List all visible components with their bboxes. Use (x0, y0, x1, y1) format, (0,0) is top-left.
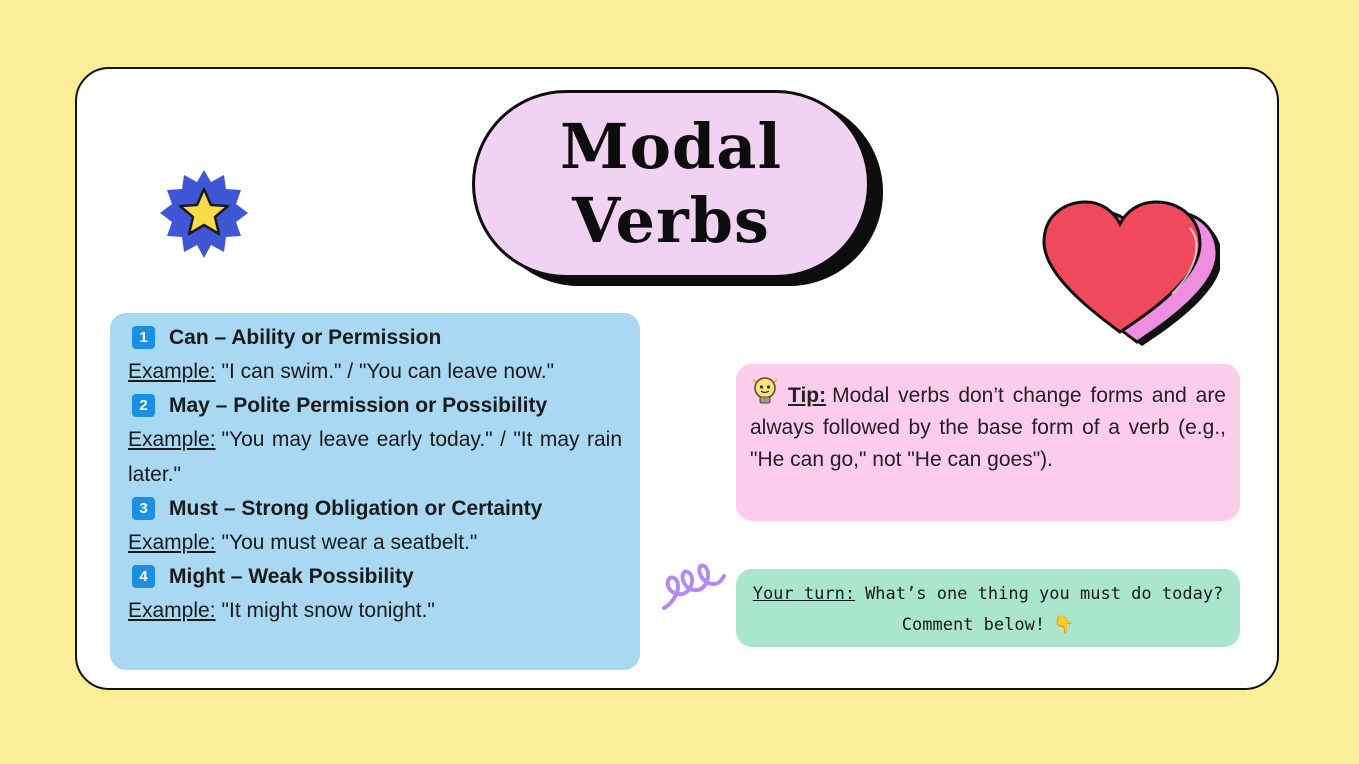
item-example: Example: "I can swim." / "You can leave n… (128, 354, 622, 389)
your-turn-label: Your turn: (752, 584, 856, 604)
item-heading-must: 3 Must – Strong Obligation or Certainty (132, 492, 622, 525)
list-item: 3 Must – Strong Obligation or Certainty … (128, 492, 622, 560)
example-text: "It might snow tonight." (221, 599, 435, 622)
title-line-2: Verbs (572, 184, 770, 257)
number-badge: 3 (132, 497, 155, 520)
title-line-1: Modal (559, 110, 783, 183)
swirl-icon (662, 563, 726, 610)
pointing-down-hand-icon: 👇 (1053, 615, 1075, 635)
example-label: Example: (128, 428, 216, 451)
number-badge: 1 (132, 326, 155, 349)
star-badge-icon (160, 170, 248, 258)
list-item: 1 Can – Ability or Permission Example: "I… (128, 321, 622, 389)
item-example: Example: "You may leave early today." / "… (128, 422, 622, 492)
example-label: Example: (128, 360, 216, 383)
item-heading-may: 2 May – Polite Permission or Possibility (132, 389, 622, 422)
list-item: 2 May – Polite Permission or Possibility… (128, 389, 622, 492)
your-turn-text: What’s one thing you must do today? Comm… (865, 584, 1224, 635)
heart-icon (1042, 200, 1220, 346)
item-example: Example: "You must wear a seatbelt." (128, 525, 622, 560)
example-label: Example: (128, 531, 216, 554)
example-text: "I can swim." / "You can leave now." (221, 360, 555, 383)
number-badge: 4 (132, 565, 155, 588)
your-turn-box: Your turn: What’s one thing you must do t… (736, 569, 1240, 647)
number-badge: 2 (132, 394, 155, 417)
tip-label: Tip: (788, 384, 827, 407)
list-item: 4 Might – Weak Possibility Example: "It m… (128, 560, 622, 628)
lightbulb-icon (752, 377, 778, 404)
tip-box: Tip: Modal verbs don’t change forms and a… (736, 364, 1240, 521)
item-title: Can – Ability or Permission (169, 326, 442, 349)
item-title: May – Polite Permission or Possibility (169, 394, 548, 417)
example-label: Example: (128, 599, 216, 622)
title-pill: Modal Verbs (472, 90, 870, 278)
item-heading-might: 4 Might – Weak Possibility (132, 560, 622, 593)
item-heading-can: 1 Can – Ability or Permission (132, 321, 622, 354)
item-title: Might – Weak Possibility (169, 565, 414, 588)
modal-verbs-list: 1 Can – Ability or Permission Example: "I… (110, 313, 640, 670)
example-text: "You must wear a seatbelt." (221, 531, 478, 554)
item-title: Must – Strong Obligation or Certainty (169, 497, 543, 520)
item-example: Example: "It might snow tonight." (128, 593, 622, 628)
